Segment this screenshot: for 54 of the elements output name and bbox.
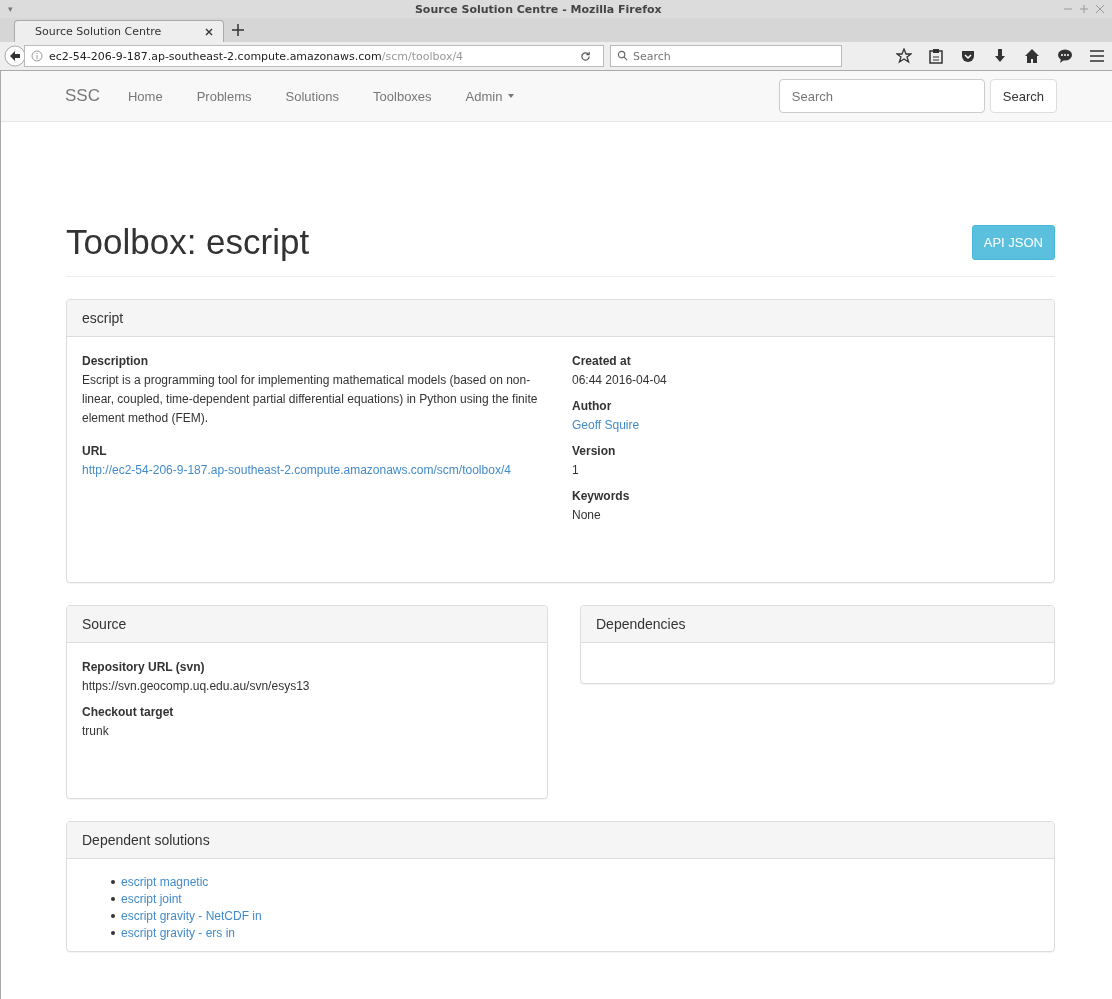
field-label: Repository URL (svn) (82, 659, 206, 676)
field-label: URL (82, 443, 108, 460)
address-bar[interactable]: ec2-54-206-9-187.ap-southeast-2.compute.amazonaws.com/scm/toolbox/4 (24, 45, 604, 67)
panel-heading: Source (67, 606, 547, 643)
browser-search-field[interactable]: Search (610, 45, 842, 67)
bullet-icon (111, 879, 115, 884)
field-value: 1 (572, 462, 580, 479)
nav-link[interactable]: Toolboxes (373, 88, 432, 104)
solution-link[interactable]: escript joint (121, 891, 182, 906)
panel-heading: Dependencies (581, 606, 1054, 643)
search-button[interactable]: Search (989, 79, 1057, 113)
home-icon[interactable] (1024, 48, 1040, 64)
field-value: Escript is a programming tool for implementing mathematical models (based on non-linear, coupled, time-dependent partial differential equations) in Python using the finite element method (FEM). (82, 372, 539, 427)
bullet-icon (111, 896, 115, 901)
field-value: https://svn.geocomp.uq.edu.au/svn/esys13 (82, 678, 311, 695)
solution-link[interactable]: escript gravity - ers in (121, 925, 236, 940)
nav-link[interactable]: Home (127, 88, 163, 104)
chat-icon[interactable] (1057, 48, 1073, 64)
url-link[interactable]: http://ec2-54-206-9-187.ap-southeast-2.compute.amazonaws.com/scm/toolbox/4 (82, 461, 527, 480)
brand-link[interactable]: SSC (65, 86, 100, 106)
nav-link[interactable]: Admin (465, 88, 515, 104)
field-value: None (572, 507, 602, 524)
field-label: Checkout target (82, 704, 175, 721)
browser-tab[interactable]: Source Solution Centre (14, 20, 224, 42)
bullet-icon (111, 913, 115, 918)
panel-heading: Dependent solutions (67, 822, 1054, 859)
search-icon (617, 50, 628, 61)
reload-icon[interactable] (580, 50, 591, 62)
search-field[interactable]: Search (778, 79, 985, 113)
caret-icon (508, 94, 515, 98)
nav-link[interactable]: Problems (196, 88, 252, 104)
star-icon[interactable] (896, 48, 912, 64)
field-label: Version (572, 443, 617, 460)
window-title: Source Solution Centre - Mozilla Firefox (413, 2, 663, 16)
menu-icon[interactable] (1090, 50, 1104, 62)
field-value: trunk (82, 723, 110, 740)
field-label: Description (82, 353, 149, 370)
close-icon[interactable] (205, 27, 213, 36)
window-menu-icon[interactable]: ▾ (8, 4, 13, 14)
field-label: Created at (572, 353, 632, 370)
field-label: Keywords (572, 488, 631, 505)
author-link[interactable]: Geoff Squire (572, 416, 1039, 435)
panel-heading: escript (67, 300, 1054, 337)
solution-link[interactable]: escript magnetic (121, 874, 209, 889)
clipboard-icon[interactable] (929, 48, 943, 64)
pocket-icon[interactable] (960, 48, 976, 64)
field-label: Author (572, 398, 613, 415)
solution-link[interactable]: escript gravity - NetCDF in (121, 908, 262, 923)
download-icon[interactable] (993, 48, 1007, 64)
field-value: 06:44 2016-04-04 (572, 372, 668, 389)
nav-link[interactable]: Solutions (285, 88, 340, 104)
page-title: Toolbox: escript (66, 222, 310, 262)
new-tab-icon[interactable] (232, 24, 244, 36)
bullet-icon (111, 930, 115, 935)
